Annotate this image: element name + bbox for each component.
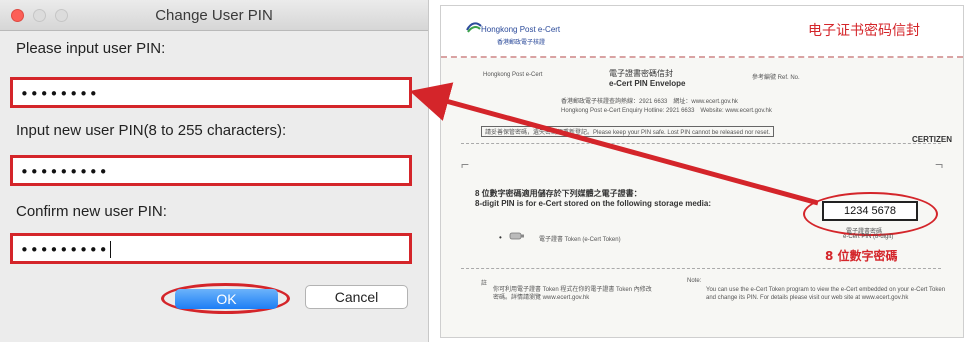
note-text-en: You can use the e-Cert Token program to … [706,287,946,301]
cancel-button[interactable]: Cancel [305,285,408,309]
dialog-titlebar: Change User PIN [0,0,428,31]
note-cn-label: 註 [481,281,488,287]
confirm-pin-label: Confirm new user PIN: [16,203,167,220]
pin-value-box: 1234 5678 [822,201,918,221]
ok-button-highlight: OK [161,283,290,314]
token-label: 電子證書 Token (e-Cert Token) [539,237,621,243]
new-pin-value: ••••••••• [20,163,109,181]
envelope-logo-text: Hongkong Post e-Cert [481,25,561,34]
text-caret [109,241,111,258]
hotline-en: Hongkong Post e-Cert Enquiry Hotline: 29… [561,108,772,114]
current-pin-field[interactable]: •••••••• [10,77,412,108]
hotline-cn: 香港郵政電子核證查詢熱線：2921 6633 網址：www.ecert.gov.… [561,99,738,105]
pin-safety-notice: 請妥善保管密碼，遺失密碼須重新登記。Please keep your PIN s… [481,126,775,137]
dialog-title: Change User PIN [155,7,273,24]
pin-caption: e-Cert PIN (8-digit) [843,234,894,240]
storage-text-en: 8-digit PIN is for e-Cert stored on the … [475,199,712,208]
corner-mark-right: ¬ [935,156,944,172]
ok-button[interactable]: OK [175,289,278,309]
usb-token-icon [509,232,524,240]
ref-number-label: 參考編號 Ref. No. [752,75,800,81]
inner-title-en: e-Cert PIN Envelope [609,79,686,88]
envelope-header: Hongkong Post e-Cert 香港郵政電子核證 电子证书密码信封 [441,6,963,58]
pin-cn-label: 8 位數字密碼 [825,249,898,263]
current-pin-value: •••••••• [20,85,99,103]
token-bullet-icon: • [499,233,502,242]
corner-mark-left: ⌐ [461,156,470,172]
perforation-line-top [461,143,941,144]
confirm-pin-value-wrap: ••••••••• [20,241,111,259]
note-text-cn: 你可利用電子證書 Token 程式在你的電子證書 Token 內修改密碼。詳情請… [493,287,652,301]
inner-title-cn: 電子證書密碼信封 [609,69,673,78]
new-pin-label: Input new user PIN(8 to 255 characters): [16,122,287,139]
change-pin-dialog: Change User PIN Please input user PIN: •… [0,0,429,342]
storage-text-cn: 8 位數字密碼適用儲存於下列媒體之電子證書： [475,189,642,198]
envelope-logo-subtext: 香港郵政電子核證 [497,40,546,46]
new-pin-field[interactable]: ••••••••• [10,155,412,186]
inner-logo-text: Hongkong Post e-Cert [483,72,543,78]
current-pin-label: Please input user PIN: [16,40,166,57]
envelope-cn-title: 电子证书密码信封 [808,23,920,39]
pin-envelope-image: Hongkong Post e-Cert 香港郵政電子核證 电子证书密码信封 H… [440,5,964,338]
confirm-pin-value: ••••••••• [20,241,109,259]
note-label: Note: [687,278,702,284]
perforation-line-bottom [461,268,941,269]
confirm-pin-field[interactable]: ••••••••• [10,233,412,264]
